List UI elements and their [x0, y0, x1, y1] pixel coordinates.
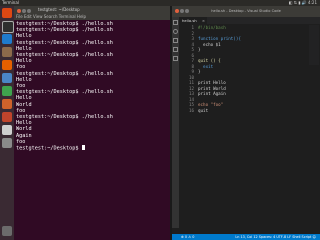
libreoffice-writer-icon[interactable] [2, 73, 12, 83]
terminal-title: testgtest: ~/Desktop [38, 7, 80, 12]
code-line: 16 quit [179, 108, 320, 114]
files-app-icon[interactable] [2, 47, 12, 57]
terminal-line: testgtest:~/Desktop$ [16, 145, 168, 152]
tab-hello-sh[interactable]: hello.sh × [179, 17, 207, 24]
minimap[interactable] [309, 25, 319, 65]
trash-icon[interactable] [2, 226, 12, 236]
status-bar: ⊗ 0 ⚠ 0 Ln 13, Col 12 Spaces: 4 UTF-8 LF… [172, 234, 320, 240]
amazon-icon[interactable] [2, 125, 12, 135]
terminal-cursor [81, 145, 85, 151]
activity-bar [172, 17, 179, 234]
vscode-app-icon[interactable] [2, 34, 12, 44]
source-control-icon[interactable] [173, 38, 178, 43]
terminal-titlebar: testgtest: ~/Desktop [14, 6, 170, 14]
minimize-icon[interactable] [22, 9, 26, 13]
tab-label: hello.sh [182, 18, 197, 23]
terminal-window: testgtest: ~/Desktop File Edit View Sear… [14, 6, 170, 240]
terminal-app-icon[interactable] [2, 21, 14, 33]
close-icon[interactable] [175, 9, 179, 13]
firefox-app-icon[interactable] [2, 60, 12, 70]
maximize-icon[interactable] [185, 9, 189, 13]
libreoffice-calc-icon[interactable] [2, 86, 12, 96]
code-text: quit [198, 107, 209, 113]
search-icon[interactable] [173, 29, 178, 34]
launcher-dock [0, 6, 14, 240]
software-center-icon[interactable] [2, 112, 12, 122]
vscode-window: hello.sh - Desktop - Visual Studio Code … [172, 6, 320, 240]
libreoffice-impress-icon[interactable] [2, 99, 12, 109]
editor-tabs: hello.sh × [179, 17, 320, 24]
settings-icon[interactable] [2, 138, 12, 148]
extensions-icon[interactable] [173, 56, 178, 61]
close-tab-icon[interactable]: × [202, 17, 205, 24]
debug-icon[interactable] [173, 47, 178, 52]
terminal-output[interactable]: testgtest:~/Desktop$ ./hello.sh testgtest… [14, 20, 170, 153]
vscode-title: hello.sh - Desktop - Visual Studio Code [211, 9, 281, 13]
vscode-titlebar: hello.sh - Desktop - Visual Studio Code [172, 6, 320, 17]
explorer-icon[interactable] [173, 20, 178, 25]
problems-status[interactable]: ⊗ 0 ⚠ 0 [181, 234, 194, 240]
code-editor[interactable]: 1 #!/bin/bash 2 3 function print(){4 echo $1… [179, 25, 320, 228]
maximize-icon[interactable] [27, 9, 31, 13]
ubuntu-dash-icon[interactable] [2, 8, 12, 18]
line-number: 16 [188, 107, 194, 113]
editor-status-info[interactable]: Ln 13, Col 12 Spaces: 4 UTF-8 LF Shell S… [235, 234, 316, 240]
minimize-icon[interactable] [180, 9, 184, 13]
close-icon[interactable] [17, 9, 21, 13]
